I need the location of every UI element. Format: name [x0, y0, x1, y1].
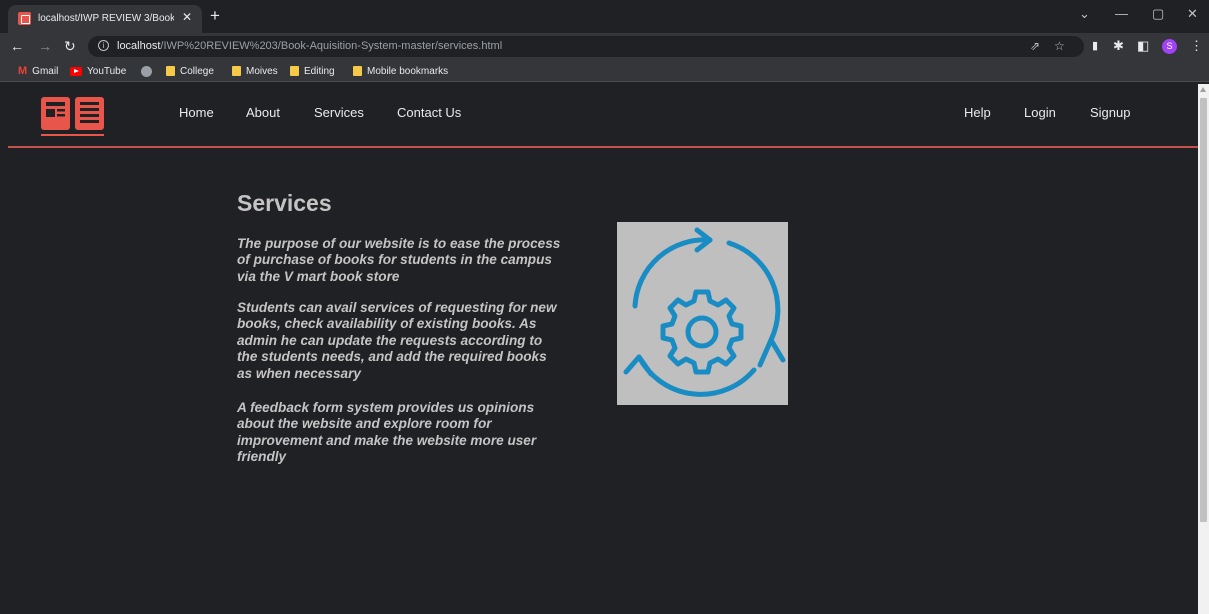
scroll-up-icon[interactable]	[1200, 87, 1206, 92]
nav-help[interactable]: Help	[964, 105, 991, 120]
tab-close-icon[interactable]: ✕	[182, 10, 192, 24]
bookmark-globe[interactable]	[141, 64, 152, 78]
globe-icon	[141, 65, 152, 77]
book-logo-icon[interactable]	[40, 96, 106, 138]
scrollbar-thumb[interactable]	[1200, 98, 1207, 522]
new-tab-button[interactable]: +	[210, 7, 220, 24]
back-icon[interactable]: ←	[10, 38, 24, 54]
tab-title: localhost/IWP REVIEW 3/Book-Aquisition-S…	[38, 13, 174, 24]
folder-icon	[232, 66, 241, 76]
page-viewport: Home About Services Contact Us Help Logi…	[8, 84, 1198, 614]
bookmark-folder-editing[interactable]: Editing	[290, 64, 335, 78]
page-scrollbar[interactable]	[1198, 84, 1209, 614]
address-bar[interactable]: i localhost/IWP%20REVIEW%203/Book-Aquisi…	[88, 36, 1084, 57]
youtube-icon	[70, 66, 82, 76]
folder-icon	[166, 66, 175, 76]
restore-icon[interactable]: ▢	[1152, 7, 1164, 21]
profile-avatar[interactable]: S	[1162, 39, 1177, 54]
folder-icon	[353, 66, 362, 76]
bookmark-folder-college[interactable]: College	[166, 64, 214, 78]
address-url[interactable]: localhost/IWP%20REVIEW%203/Book-Aquisiti…	[117, 40, 502, 52]
extensions-puzzle-icon[interactable]: ✱	[1113, 38, 1124, 54]
nav-about[interactable]: About	[246, 105, 280, 120]
gear-cycle-icon	[623, 227, 786, 397]
browser-tab[interactable]: localhost/IWP REVIEW 3/Book-Aquisition-S…	[8, 5, 202, 33]
browser-tab-strip: localhost/IWP REVIEW 3/Book-Aquisition-S…	[0, 0, 1209, 33]
share-icon[interactable]: ⇗	[1030, 39, 1040, 53]
browser-toolbar: ← → ↻ i localhost/IWP%20REVIEW%203/Book-…	[0, 33, 1209, 60]
nav-login[interactable]: Login	[1024, 105, 1056, 120]
extension-icon[interactable]: ▮	[1092, 38, 1098, 54]
site-info-icon[interactable]: i	[98, 40, 109, 51]
site-navbar: Home About Services Contact Us Help Logi…	[8, 84, 1198, 148]
reload-icon[interactable]: ↻	[64, 38, 76, 54]
page-title: Services	[237, 190, 332, 216]
bookmarks-bar: M Gmail YouTube College Moives Editing M…	[0, 60, 1209, 82]
nav-services[interactable]: Services	[314, 105, 364, 120]
services-paragraph-feedback: A feedback form system provides us opini…	[237, 400, 537, 465]
services-section: Services The purpose of our website is t…	[8, 150, 1198, 614]
tab-search-icon[interactable]: ⌄	[1079, 7, 1090, 21]
bookmark-star-icon[interactable]: ☆	[1054, 39, 1065, 53]
services-illustration	[617, 222, 788, 405]
nav-contact-us[interactable]: Contact Us	[397, 105, 461, 120]
bookmark-folder-mobile[interactable]: Mobile bookmarks	[353, 64, 448, 78]
bookmark-folder-moives[interactable]: Moives	[232, 64, 278, 78]
bookmark-youtube[interactable]: YouTube	[70, 64, 126, 78]
services-paragraph-students: Students can avail services of requestin…	[237, 300, 557, 381]
bookmark-gmail[interactable]: M Gmail	[18, 64, 58, 78]
window-close-icon[interactable]: ✕	[1187, 7, 1198, 21]
minimize-icon[interactable]: —	[1115, 7, 1128, 21]
side-panel-icon[interactable]: ◧	[1137, 38, 1149, 54]
gmail-icon: M	[18, 65, 28, 77]
forward-icon[interactable]: →	[38, 38, 52, 54]
tab-favicon-icon	[18, 12, 31, 25]
nav-home[interactable]: Home	[179, 105, 214, 120]
menu-kebab-icon[interactable]: ⋮	[1190, 38, 1203, 54]
nav-signup[interactable]: Signup	[1090, 105, 1130, 120]
folder-icon	[290, 66, 299, 76]
services-paragraph-purpose: The purpose of our website is to ease th…	[237, 236, 561, 284]
